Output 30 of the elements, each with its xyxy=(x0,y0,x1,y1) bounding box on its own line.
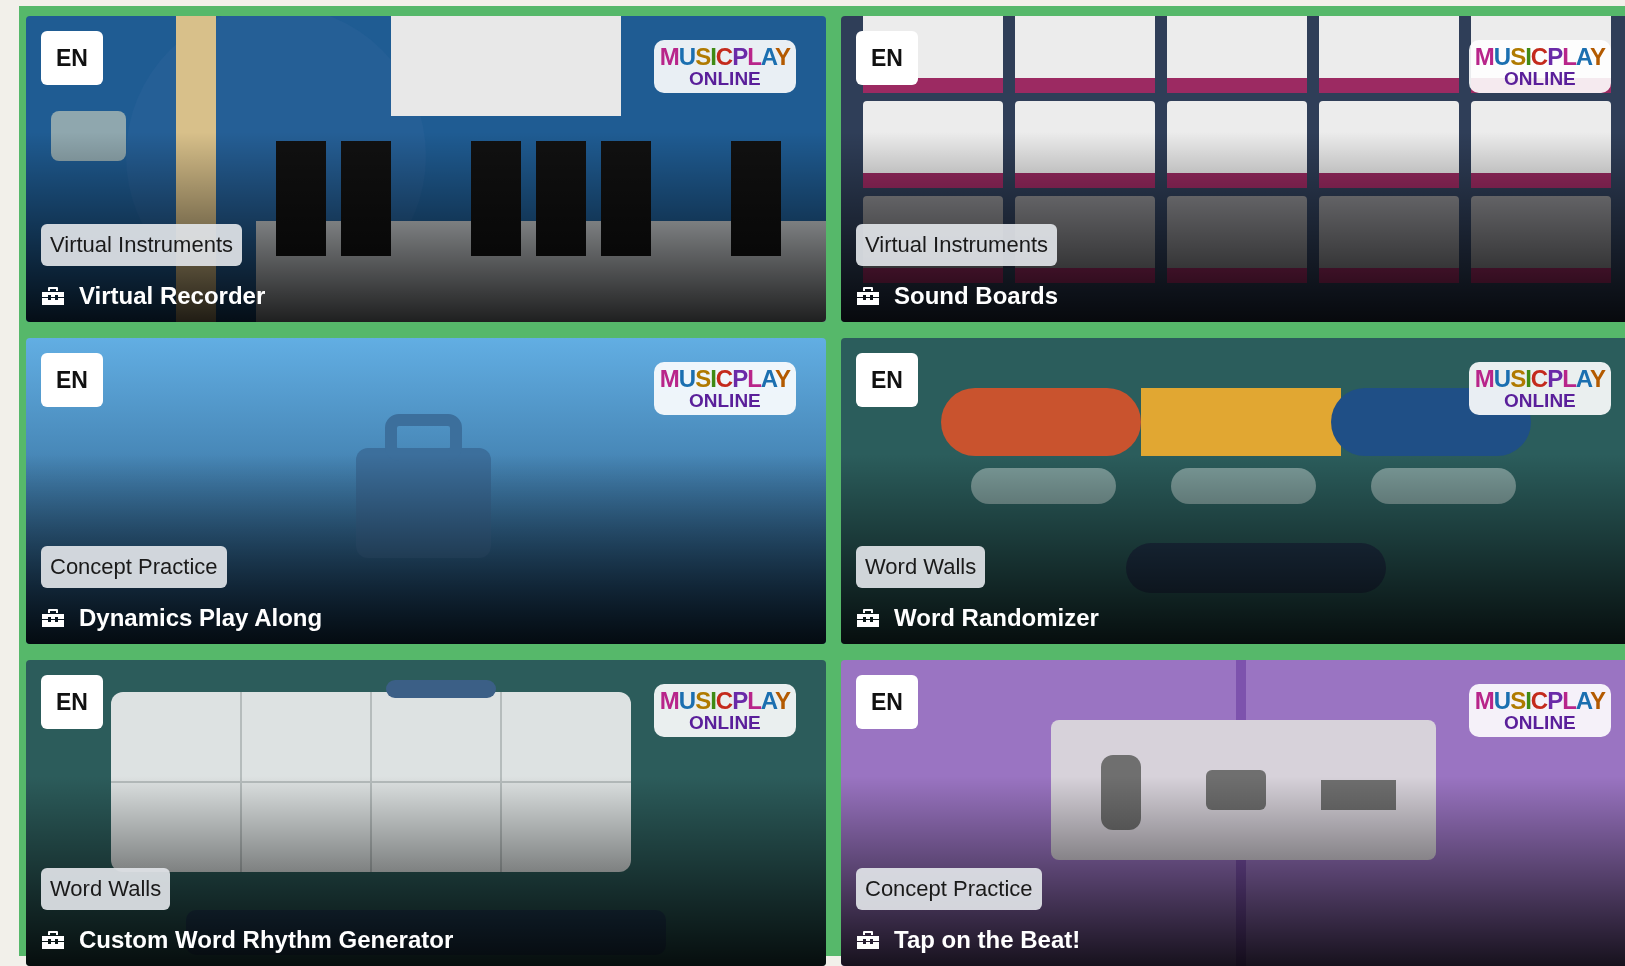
toolbox-icon xyxy=(41,930,65,950)
toolbox-icon xyxy=(856,930,880,950)
language-badge: EN xyxy=(856,353,918,407)
card-title[interactable]: Word Randomizer xyxy=(894,604,1099,632)
category-tag: Virtual Instruments xyxy=(41,224,242,266)
toolbox-icon xyxy=(856,286,880,306)
toolbox-icon xyxy=(856,608,880,628)
toolbox-icon xyxy=(41,608,65,628)
card-title[interactable]: Dynamics Play Along xyxy=(79,604,323,632)
logo: MUSICPLAY ONLINE xyxy=(653,684,796,738)
language-badge: EN xyxy=(41,353,103,407)
logo: MUSICPLAY ONLINE xyxy=(1468,40,1611,94)
language-badge: EN xyxy=(41,675,103,729)
card-title[interactable]: Sound Boards xyxy=(894,282,1058,310)
card-title[interactable]: Tap on the Beat! xyxy=(894,926,1081,954)
category-tag: Virtual Instruments xyxy=(856,224,1057,266)
category-tag: Word Walls xyxy=(41,868,171,910)
category-tag: Concept Practice xyxy=(41,546,227,588)
logo: MUSICPLAY ONLINE xyxy=(653,40,796,94)
logo: MUSICPLAY ONLINE xyxy=(1468,362,1611,416)
language-badge: EN xyxy=(856,675,918,729)
language-badge: EN xyxy=(41,31,103,85)
card-title[interactable]: Virtual Recorder xyxy=(79,282,266,310)
logo: MUSICPLAY ONLINE xyxy=(653,362,796,416)
category-tag: Word Walls xyxy=(856,546,986,588)
card-title[interactable]: Custom Word Rhythm Generator xyxy=(79,926,454,954)
toolbox-icon xyxy=(41,286,65,306)
category-tag: Concept Practice xyxy=(856,868,1042,910)
language-badge: EN xyxy=(856,31,918,85)
logo: MUSICPLAY ONLINE xyxy=(1468,684,1611,738)
